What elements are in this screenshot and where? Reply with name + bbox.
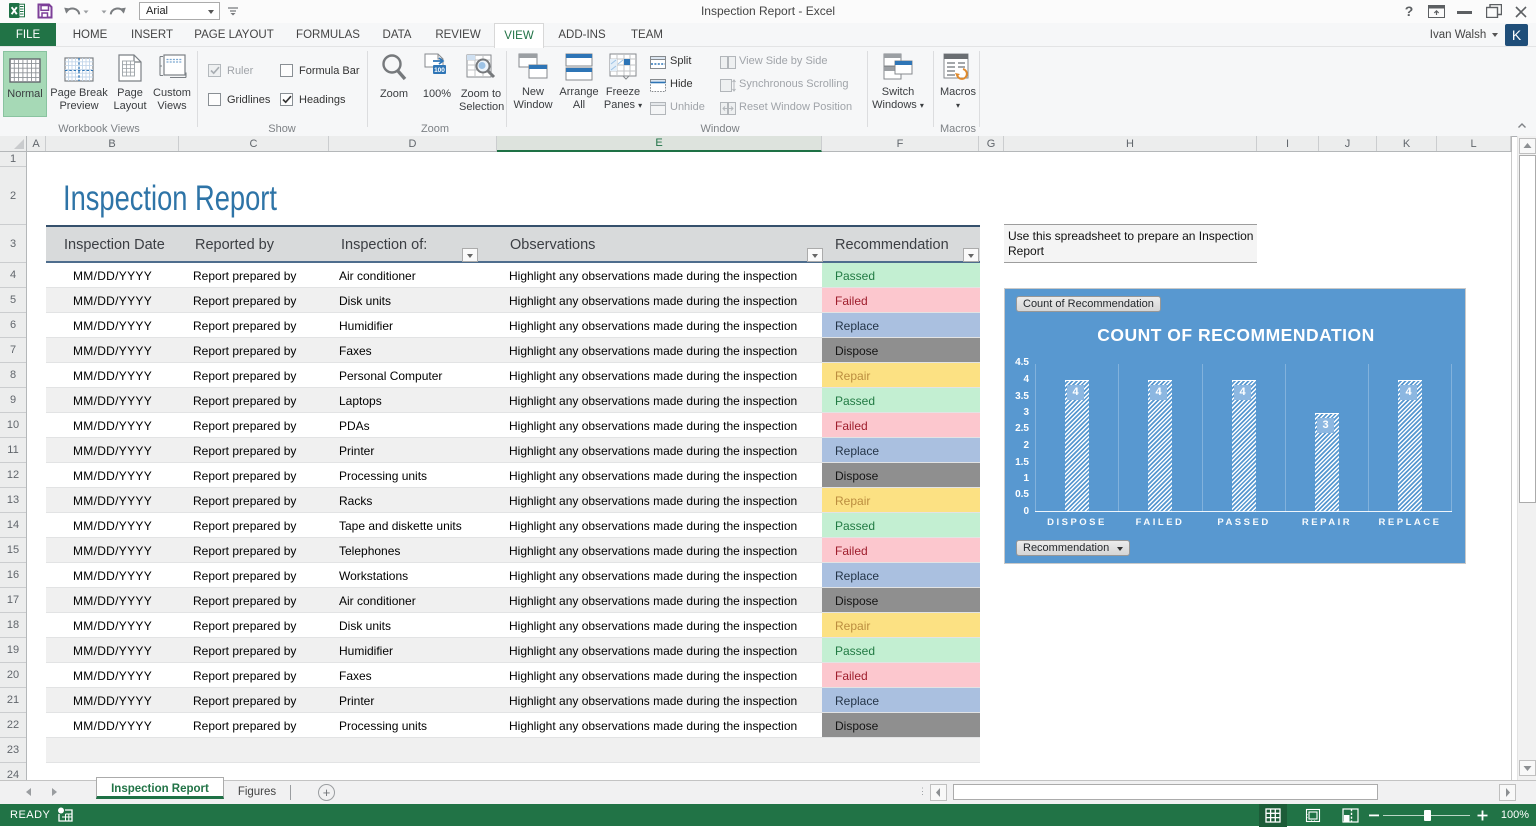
- svg-text:100: 100: [434, 67, 445, 74]
